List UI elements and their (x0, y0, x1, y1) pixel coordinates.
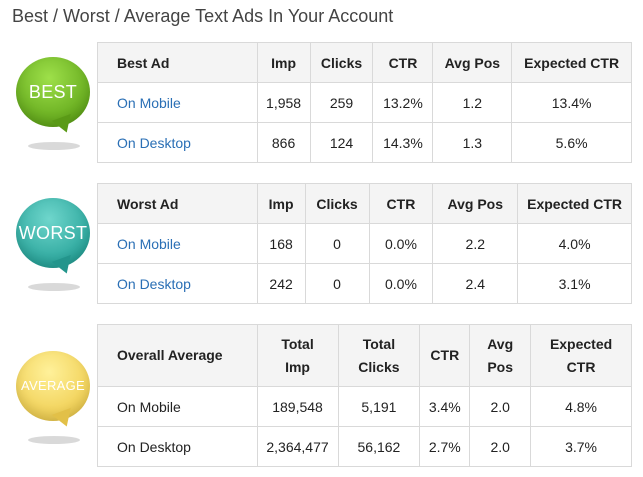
column-header: CTR (419, 324, 471, 387)
ctr-cell: 14.3% (372, 122, 434, 163)
column-header: Best Ad (97, 42, 258, 83)
best-badge-shadow (28, 142, 80, 150)
average-badge: AVERAGE (16, 351, 90, 421)
ctr-cell: 13.2% (372, 82, 434, 123)
total-clicks-cell: 5,191 (337, 386, 421, 427)
average-ads-table: Overall Average Total Imp Total Clicks CTR… (97, 324, 632, 467)
column-header: CTR (368, 183, 434, 224)
table-row: On Desktop 866 124 14.3% 1.3 5.6% (97, 122, 632, 163)
table-header-row: Overall Average Total Imp Total Clicks CTR… (97, 324, 632, 387)
column-header: Clicks (309, 42, 374, 83)
ad-link-desktop[interactable]: On Desktop (97, 263, 258, 304)
clicks-cell: 124 (309, 122, 374, 163)
column-header: Overall Average (97, 324, 258, 387)
worst-badge-group: WORST (12, 198, 92, 298)
avg-pos-cell: 2.4 (432, 263, 519, 304)
column-header: Imp (256, 42, 311, 83)
average-badge-shadow (28, 436, 80, 444)
column-header: Clicks (304, 183, 370, 224)
ctr-cell: 0.0% (368, 263, 434, 304)
ad-link-desktop[interactable]: On Desktop (97, 122, 258, 163)
avg-pos-cell: 2.0 (469, 386, 532, 427)
best-ads-table: Best Ad Imp Clicks CTR Avg Pos Expected … (97, 42, 632, 163)
column-header: Avg Pos (469, 324, 532, 387)
expected-ctr-cell: 3.1% (517, 263, 632, 304)
average-badge-group: AVERAGE (12, 351, 92, 451)
column-header: Expected CTR (511, 42, 632, 83)
expected-ctr-cell: 3.7% (530, 426, 632, 467)
row-label-mobile: On Mobile (97, 386, 258, 427)
imp-cell: 168 (256, 223, 306, 264)
column-header: Expected CTR (530, 324, 632, 387)
worst-badge: WORST (16, 198, 90, 268)
worst-ads-table: Worst Ad Imp Clicks CTR Avg Pos Expected… (97, 183, 632, 304)
clicks-cell: 0 (304, 223, 370, 264)
table-row: On Desktop 2,364,477 56,162 2.7% 2.0 3.7… (97, 426, 632, 467)
expected-ctr-cell: 4.8% (530, 386, 632, 427)
column-header: Expected CTR (517, 183, 632, 224)
avg-pos-cell: 2.0 (469, 426, 532, 467)
column-header: Worst Ad (97, 183, 258, 224)
clicks-cell: 259 (309, 82, 374, 123)
ctr-cell: 0.0% (368, 223, 434, 264)
table-row: On Desktop 242 0 0.0% 2.4 3.1% (97, 263, 632, 304)
avg-pos-cell: 1.3 (432, 122, 513, 163)
avg-pos-cell: 1.2 (432, 82, 513, 123)
table-row: On Mobile 1,958 259 13.2% 1.2 13.4% (97, 82, 632, 123)
imp-cell: 242 (256, 263, 306, 304)
expected-ctr-cell: 13.4% (511, 82, 632, 123)
ctr-cell: 3.4% (419, 386, 471, 427)
column-header: Imp (256, 183, 306, 224)
table-row: On Mobile 189,548 5,191 3.4% 2.0 4.8% (97, 386, 632, 427)
imp-cell: 1,958 (256, 82, 311, 123)
column-header: Avg Pos (432, 42, 513, 83)
worst-badge-shadow (28, 283, 80, 291)
total-imp-cell: 189,548 (256, 386, 339, 427)
table-header-row: Best Ad Imp Clicks CTR Avg Pos Expected … (97, 42, 632, 83)
column-header: Total Imp (256, 324, 339, 387)
table-row: On Mobile 168 0 0.0% 2.2 4.0% (97, 223, 632, 264)
row-label-desktop: On Desktop (97, 426, 258, 467)
expected-ctr-cell: 5.6% (511, 122, 632, 163)
table-header-row: Worst Ad Imp Clicks CTR Avg Pos Expected… (97, 183, 632, 224)
page-title: Best / Worst / Average Text Ads In Your … (12, 6, 394, 26)
clicks-cell: 0 (304, 263, 370, 304)
avg-pos-cell: 2.2 (432, 223, 519, 264)
column-header: CTR (372, 42, 434, 83)
imp-cell: 866 (256, 122, 311, 163)
ctr-cell: 2.7% (419, 426, 471, 467)
expected-ctr-cell: 4.0% (517, 223, 632, 264)
best-badge: BEST (16, 57, 90, 127)
best-badge-group: BEST (12, 57, 92, 157)
column-header: Avg Pos (432, 183, 519, 224)
ad-link-mobile[interactable]: On Mobile (97, 223, 258, 264)
ad-link-mobile[interactable]: On Mobile (97, 82, 258, 123)
column-header: Total Clicks (337, 324, 421, 387)
total-clicks-cell: 56,162 (337, 426, 421, 467)
total-imp-cell: 2,364,477 (256, 426, 339, 467)
